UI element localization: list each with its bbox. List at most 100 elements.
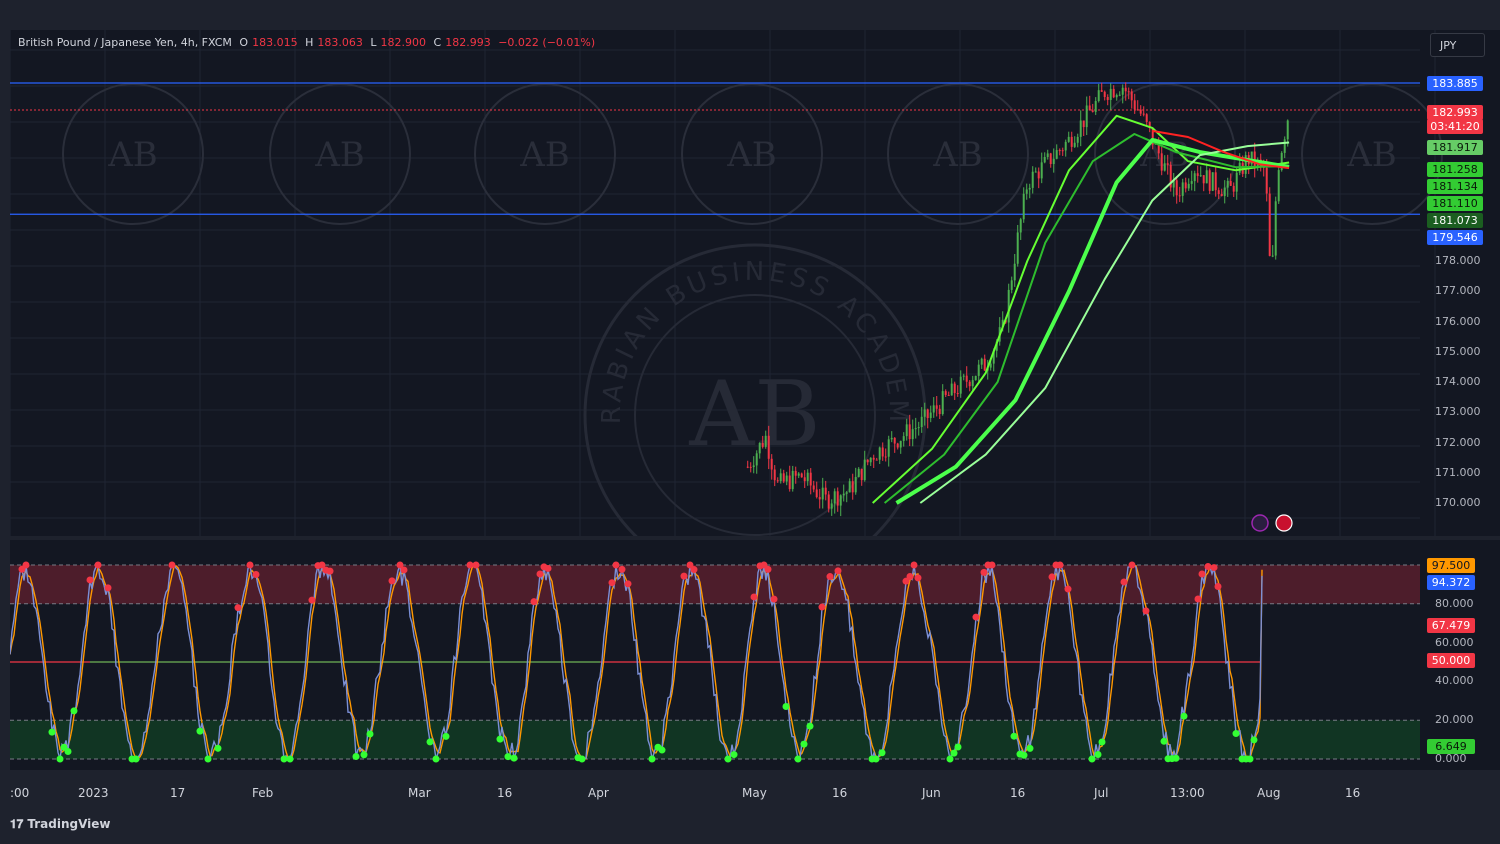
candle xyxy=(1199,166,1202,177)
currency-button[interactable]: JPY xyxy=(1430,33,1485,57)
candle-body xyxy=(1085,105,1088,128)
oscillator-tick-label: 80.000 xyxy=(1435,596,1474,610)
candle-body xyxy=(917,427,920,429)
sell-signal-dot xyxy=(690,566,698,574)
oscillator-svg[interactable] xyxy=(10,540,1500,770)
candle-body xyxy=(941,391,944,415)
candle xyxy=(1172,172,1175,197)
candle xyxy=(854,467,857,495)
price-tick-label: 174.000 xyxy=(1435,375,1481,388)
candle-body xyxy=(1211,172,1214,191)
watermark-initials: AB xyxy=(688,362,820,467)
candle xyxy=(797,472,800,479)
sell-signal-dot xyxy=(818,603,826,611)
candle xyxy=(983,354,986,371)
sell-signal-dot xyxy=(1120,578,1128,586)
candle xyxy=(857,467,860,478)
sell-signal-dot xyxy=(252,571,260,579)
candle-body xyxy=(1079,120,1082,137)
buy-signal-dot xyxy=(432,755,440,763)
tradingview-logo[interactable]: 𝟏𝟕 TradingView xyxy=(10,817,111,832)
candle-body xyxy=(1037,171,1040,179)
candle-body xyxy=(791,470,794,490)
lightning-icon[interactable] xyxy=(1251,514,1269,532)
candle-body xyxy=(1121,87,1124,95)
buy-signal-dot xyxy=(366,730,374,738)
candle-body xyxy=(1013,263,1016,281)
candle-body xyxy=(806,472,809,482)
symbol-name[interactable]: British Pound / Japanese Yen, 4h, FXCM xyxy=(18,36,232,49)
time-axis[interactable]: :00 2023 17 Feb Mar 16 Apr May 16 Jun 16 Jul 13:00 Au… xyxy=(10,776,1500,806)
buy-signal-dot xyxy=(1180,712,1188,720)
candle-body xyxy=(1178,195,1181,197)
candle-body xyxy=(752,465,755,468)
candle xyxy=(944,389,947,398)
candle xyxy=(788,465,791,492)
candle xyxy=(1283,136,1286,159)
candle xyxy=(887,435,890,467)
buy-signal-dot xyxy=(56,755,64,763)
candle xyxy=(1085,96,1088,136)
oscillator-tag: 67.479 xyxy=(1427,618,1475,633)
sell-signal-dot xyxy=(86,576,94,584)
candle-body xyxy=(1100,90,1103,92)
candle xyxy=(1103,90,1106,101)
buy-signal-dot xyxy=(954,743,962,751)
candle xyxy=(1061,147,1064,156)
candle-body xyxy=(779,473,782,482)
oscillator-tick-label: 60.000 xyxy=(1435,635,1474,649)
buy-signal-dot xyxy=(1020,751,1028,759)
price-pane[interactable]: ABABABABABABABABARABIAN BUSINESS ACADEMY xyxy=(10,30,1500,536)
time-tick-label: Jun xyxy=(922,786,941,800)
buy-signal-dot xyxy=(196,727,204,735)
buy-signal-dot xyxy=(730,751,738,759)
sell-signal-dot xyxy=(1210,564,1218,572)
candle xyxy=(866,459,869,466)
sell-signal-dot xyxy=(1064,585,1072,593)
candle xyxy=(1094,97,1097,116)
price-chart-svg[interactable]: ABABABABABABABABARABIAN BUSINESS ACADEMY xyxy=(10,30,1500,536)
candle-body xyxy=(827,494,830,509)
sell-signal-dot xyxy=(308,596,316,604)
candle xyxy=(1028,183,1031,199)
sell-signal-dot xyxy=(1056,561,1064,569)
candle xyxy=(896,442,899,450)
oscillator-pane[interactable] xyxy=(10,540,1500,770)
candle-body xyxy=(845,492,848,494)
candle xyxy=(1109,83,1112,110)
candle xyxy=(1118,91,1121,97)
oscillator-tag: 6.649 xyxy=(1427,739,1475,754)
candle xyxy=(1076,133,1079,148)
candle-body xyxy=(1235,172,1238,192)
sell-signal-dot xyxy=(400,566,408,574)
candle xyxy=(1106,94,1109,106)
candle-body xyxy=(833,491,836,504)
candle-body xyxy=(890,437,893,440)
candle-body xyxy=(1103,91,1106,98)
candle-body xyxy=(914,428,917,430)
sell-signal-dot xyxy=(770,595,778,603)
candle xyxy=(1013,253,1016,287)
sell-signal-dot xyxy=(388,577,396,585)
low-label: L xyxy=(370,36,377,49)
time-tick-label: 16 xyxy=(832,786,848,800)
candle-body xyxy=(1265,167,1268,194)
candle-body xyxy=(1058,150,1061,152)
brand-name: TradingView xyxy=(27,817,111,831)
sell-signal-dot xyxy=(246,561,254,569)
candle xyxy=(899,440,902,454)
candle-body xyxy=(1055,150,1058,159)
candle-body xyxy=(929,412,932,419)
candle xyxy=(803,470,806,488)
candle-body xyxy=(818,497,821,500)
uk-flag-icon[interactable] xyxy=(1275,514,1293,532)
candle xyxy=(884,448,887,462)
candle xyxy=(947,391,950,396)
candle xyxy=(1235,166,1238,200)
candle-body xyxy=(1283,139,1286,153)
sell-signal-dot xyxy=(612,561,620,569)
time-tick-label: 13:00 xyxy=(1170,786,1205,800)
sell-signal-dot xyxy=(530,598,538,606)
buy-signal-dot xyxy=(1246,755,1254,763)
candle xyxy=(1187,178,1190,191)
